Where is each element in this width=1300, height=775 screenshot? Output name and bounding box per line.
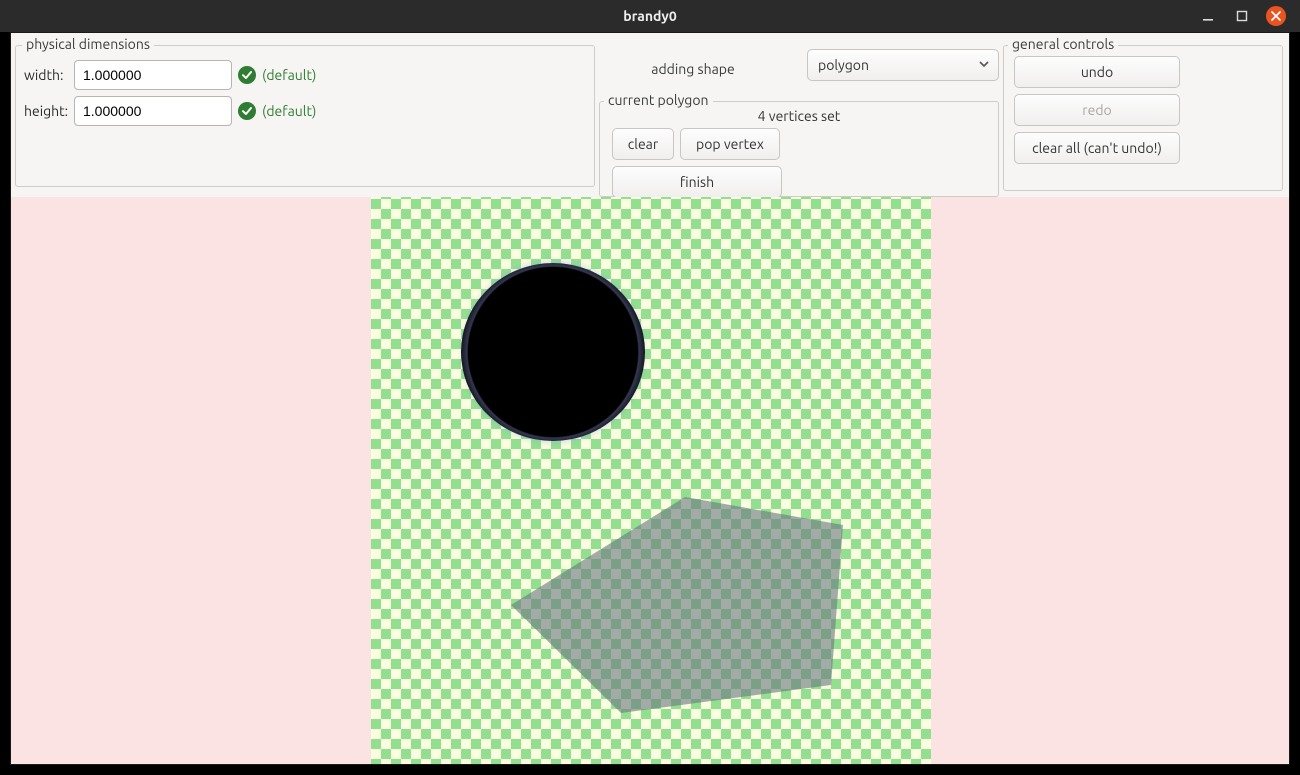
width-label: width: (24, 67, 68, 83)
height-default-hint: (default) (262, 103, 316, 119)
shape-dropdown-value: polygon (818, 57, 869, 73)
check-icon (238, 66, 256, 84)
window-minimize-button[interactable] (1198, 6, 1218, 26)
controls-panel: physical dimensions width: (default) hei… (11, 33, 1289, 197)
drafted-polygon (501, 489, 875, 719)
shape-dropdown[interactable]: polygon (807, 49, 999, 81)
redo-button: redo (1014, 94, 1180, 126)
window-title: brandy0 (0, 8, 1300, 24)
app-window: physical dimensions width: (default) hei… (10, 32, 1290, 765)
clear-polygon-button[interactable]: clear (612, 128, 674, 160)
height-label: height: (24, 103, 68, 119)
pop-vertex-button[interactable]: pop vertex (680, 128, 780, 160)
undo-button[interactable]: undo (1014, 56, 1180, 88)
window-maximize-button[interactable] (1232, 6, 1252, 26)
physical-dimensions-group: physical dimensions width: (default) hei… (15, 45, 595, 187)
obstacle-circle (461, 263, 645, 441)
height-input[interactable] (74, 96, 232, 126)
physical-dimensions-legend: physical dimensions (22, 36, 154, 52)
general-controls-group: general controls undo redo clear all (ca… (1003, 45, 1283, 191)
simulation-domain (371, 197, 931, 764)
adding-shape-label: adding shape (599, 53, 787, 77)
window-close-button[interactable] (1266, 6, 1286, 26)
chevron-down-icon (978, 57, 990, 73)
clear-all-button[interactable]: clear all (can't undo!) (1014, 132, 1180, 164)
simulation-canvas[interactable] (11, 197, 1289, 764)
titlebar: brandy0 (0, 0, 1300, 32)
width-input[interactable] (74, 60, 232, 90)
finish-polygon-button[interactable]: finish (612, 166, 782, 198)
vertices-count: 4 vertices set (713, 108, 885, 124)
current-polygon-legend: current polygon (604, 92, 713, 108)
current-polygon-group: current polygon 4 vertices set clear pop… (599, 101, 999, 197)
width-default-hint: (default) (262, 67, 316, 83)
general-controls-legend: general controls (1008, 36, 1118, 52)
check-icon (238, 102, 256, 120)
